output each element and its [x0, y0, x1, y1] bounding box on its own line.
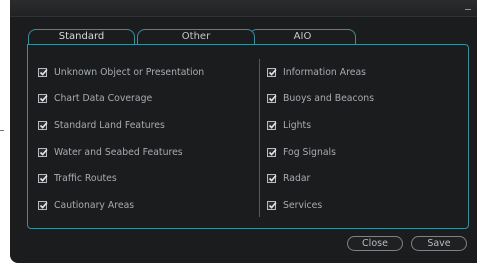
- checkbox-label: Traffic Routes: [54, 173, 117, 185]
- checkbox-label: Services: [283, 199, 323, 211]
- right-column: Information Areas Buoys and Beacons Ligh…: [267, 59, 374, 219]
- left-column: Unknown Object or Presentation Chart Dat…: [38, 59, 204, 219]
- checkbox-checked-icon[interactable]: [38, 94, 48, 104]
- checkbox-label: Water and Seabed Features: [54, 146, 183, 158]
- checkbox-item[interactable]: Unknown Object or Presentation: [38, 59, 204, 86]
- checkbox-item[interactable]: Lights: [267, 112, 374, 139]
- checkbox-checked-icon[interactable]: [38, 200, 48, 210]
- checkbox-label: Chart Data Coverage: [54, 93, 153, 105]
- checkbox-label: Standard Land Features: [54, 119, 165, 131]
- checkbox-checked-icon[interactable]: [267, 94, 277, 104]
- checkbox-item[interactable]: Services: [267, 192, 374, 219]
- checkbox-label: Cautionary Areas: [54, 199, 135, 211]
- edge-mark: [0, 130, 4, 131]
- tab-standard[interactable]: Standard: [28, 29, 135, 45]
- save-button[interactable]: Save: [411, 236, 467, 251]
- checkbox-item[interactable]: Fog Signals: [267, 139, 374, 166]
- checkbox-checked-icon[interactable]: [38, 147, 48, 157]
- checkbox-checked-icon[interactable]: [38, 67, 48, 77]
- checkbox-item[interactable]: Traffic Routes: [38, 165, 204, 192]
- checkbox-checked-icon[interactable]: [267, 120, 277, 130]
- checkbox-item[interactable]: Chart Data Coverage: [38, 86, 204, 113]
- tab-aio[interactable]: AIO: [249, 29, 356, 45]
- checkbox-checked-icon[interactable]: [267, 67, 277, 77]
- tab-other[interactable]: Other: [137, 29, 255, 45]
- checkbox-item[interactable]: Standard Land Features: [38, 112, 204, 139]
- checkbox-checked-icon[interactable]: [267, 174, 277, 184]
- display-settings-dialog: AIO Other Standard Unknown Object or Pre…: [10, 0, 477, 263]
- checkbox-checked-icon[interactable]: [38, 120, 48, 130]
- checkbox-checked-icon[interactable]: [38, 174, 48, 184]
- checkbox-item[interactable]: Radar: [267, 165, 374, 192]
- checkbox-label: Unknown Object or Presentation: [54, 66, 205, 78]
- checkbox-checked-icon[interactable]: [267, 200, 277, 210]
- close-button[interactable]: Close: [347, 236, 403, 251]
- checkbox-label: Lights: [283, 119, 312, 131]
- checkbox-item[interactable]: Information Areas: [267, 59, 374, 86]
- checkbox-checked-icon[interactable]: [267, 147, 277, 157]
- checkbox-label: Radar: [283, 173, 311, 185]
- checkbox-item[interactable]: Water and Seabed Features: [38, 139, 204, 166]
- minimize-icon[interactable]: [465, 9, 471, 10]
- checkbox-label: Fog Signals: [283, 146, 336, 158]
- checkbox-label: Buoys and Beacons: [283, 93, 375, 105]
- title-bar: [10, 0, 477, 17]
- checkbox-label: Information Areas: [283, 66, 367, 78]
- checkbox-item[interactable]: Buoys and Beacons: [267, 86, 374, 113]
- checkbox-item[interactable]: Cautionary Areas: [38, 192, 204, 219]
- column-divider: [259, 59, 260, 217]
- tab-panel-standard: Unknown Object or Presentation Chart Dat…: [27, 44, 469, 229]
